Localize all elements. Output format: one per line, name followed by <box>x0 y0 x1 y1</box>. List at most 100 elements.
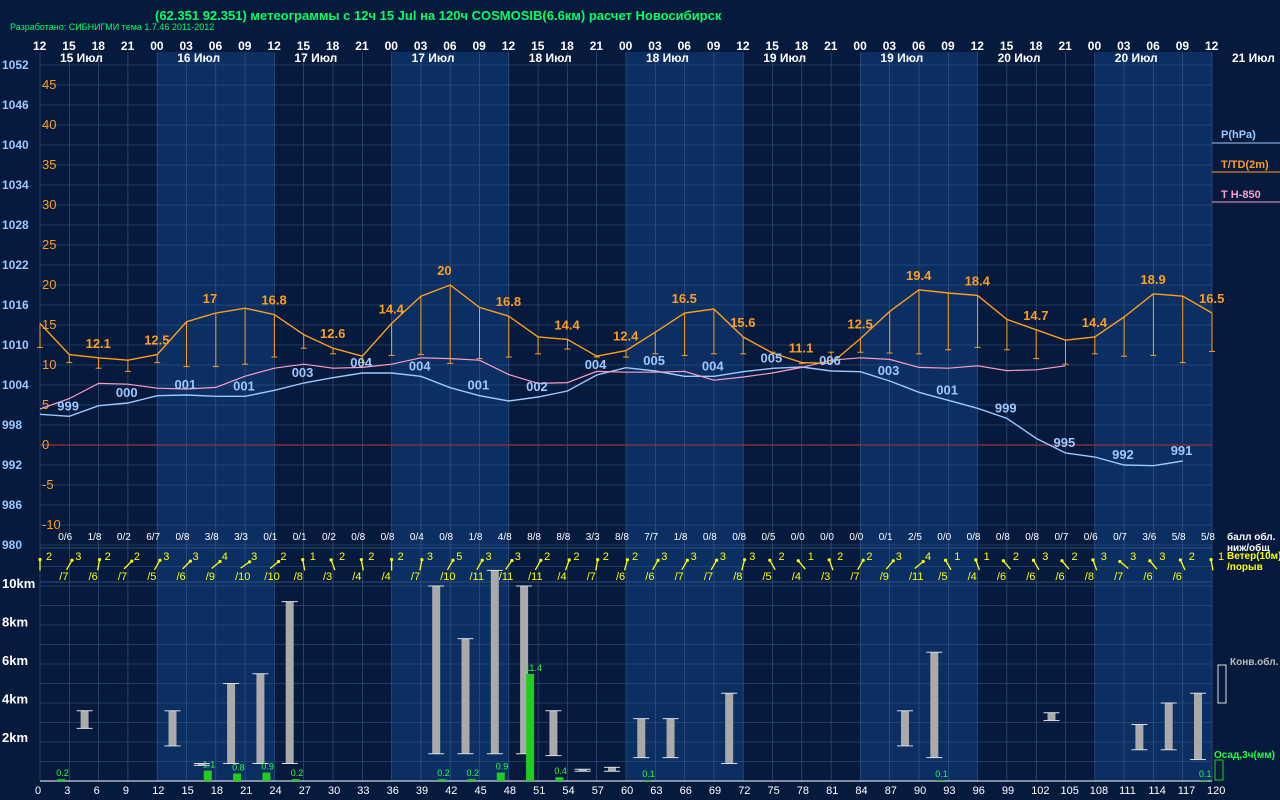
pressure-value-label: 992 <box>1112 447 1134 462</box>
hour-tick-label: 00 <box>853 39 867 53</box>
cloud-cover-label: 0/1 <box>293 532 307 543</box>
pressure-tick-label: 980 <box>2 538 22 552</box>
wind-gust-label: /7 <box>59 571 68 583</box>
wind-speed-label: 3 <box>193 551 199 563</box>
wind-speed-label: 3 <box>896 551 902 563</box>
precip-bar <box>262 772 271 781</box>
convective-cloud-bar <box>256 673 265 764</box>
wind-arrow-head <box>1001 559 1005 563</box>
temperature-value-label: 18.9 <box>1140 272 1165 287</box>
cloud-cover-label: 4/8 <box>498 532 512 543</box>
pressure-tick-label: 1040 <box>2 138 29 152</box>
pressure-value-label: 004 <box>350 355 372 370</box>
wind-speed-label: 2 <box>603 551 609 563</box>
date-label: 21 Июл <box>1232 51 1275 65</box>
temperature-tick-label: 35 <box>42 157 56 172</box>
temperature-tick-label: 0 <box>42 437 49 452</box>
wind-arrow-head <box>1031 558 1036 562</box>
convective-cloud-bar <box>930 652 939 758</box>
wind-gust-label: /11 <box>909 571 923 583</box>
height-tick-label: 10km <box>2 576 35 591</box>
convective-cloud-bar <box>1047 712 1056 721</box>
hour-tick-label: 21 <box>121 39 135 53</box>
temperature-tick-label: 45 <box>42 77 56 92</box>
cloud-cover-label: 0/6 <box>58 532 72 543</box>
cloud-cover-label: 0/0 <box>937 532 951 543</box>
lead-hour-label: 45 <box>475 785 487 797</box>
pressure-tick-label: 1052 <box>2 58 29 72</box>
hour-tick-label: 12 <box>267 39 281 53</box>
precip-value-label: 1.1 <box>203 760 216 770</box>
cloud-cover-label: 0/8 <box>967 532 981 543</box>
temperature-value-label: 11.1 <box>789 341 814 356</box>
wind-speed-label: 3 <box>163 551 169 563</box>
wind-gust-label: /6 <box>1173 571 1182 583</box>
wind-speed-label: 3 <box>1101 551 1107 563</box>
wind-speed-label: 3 <box>515 551 521 563</box>
lead-hour-label: 114 <box>1148 785 1166 797</box>
cloud-cover-label: 1/8 <box>88 532 102 543</box>
convective-cloud-bar <box>1194 693 1202 760</box>
cloud-cover-label: 1/8 <box>469 532 483 543</box>
cloud-cover-label: 3/6 <box>1142 532 1156 543</box>
wind-arrow-head <box>861 558 865 562</box>
temperature-value-label: 19.4 <box>906 268 932 283</box>
precip-bar <box>438 779 447 781</box>
lead-hour-label: 18 <box>211 785 223 797</box>
precip-bar <box>57 779 66 781</box>
lead-hour-label: 57 <box>592 785 604 797</box>
convective-cloud-bar <box>901 710 909 746</box>
wind-arrow-head <box>743 558 747 562</box>
wind-speed-label: 2 <box>1013 551 1019 563</box>
lead-hour-label: 15 <box>182 785 194 797</box>
wind-speed-label: 3 <box>251 551 257 563</box>
lead-hour-label: 66 <box>680 785 692 797</box>
wind-arrow-head <box>390 557 394 562</box>
wind-arrow-head <box>38 557 42 562</box>
wind-speed-label: 2 <box>134 551 140 563</box>
wind-speed-label: 3 <box>691 551 697 563</box>
date-label: 20 Июл <box>1115 51 1158 65</box>
temperature-value-label: 16.5 <box>672 291 697 306</box>
date-label: 15 Июл <box>60 51 103 65</box>
hour-tick-label: 09 <box>238 39 252 53</box>
convective-cloud-bar <box>285 601 294 764</box>
grid-lines <box>39 52 1213 782</box>
precip-bar <box>203 770 212 781</box>
precip-bar <box>467 779 476 781</box>
date-label: 17 Июл <box>412 51 455 65</box>
precip-bar <box>233 773 242 781</box>
wind-speed-label: 1 <box>310 551 316 563</box>
lead-hour-label: 36 <box>387 785 399 797</box>
lead-hour-label: 12 <box>152 785 164 797</box>
legend-precip: Осад,3ч(мм) <box>1214 750 1275 761</box>
wind-speed-label: 3 <box>720 551 726 563</box>
pressure-value-label: 003 <box>878 363 900 378</box>
pressure-value-label: 001 <box>175 377 197 392</box>
cloud-cover-label: 0/7 <box>1055 532 1069 543</box>
wind-speed-label: 2 <box>105 551 111 563</box>
precip-value-label: 0.2 <box>291 768 304 778</box>
legend-temperature: T/TD(2m) <box>1221 159 1269 171</box>
wind-speed-label: 2 <box>398 551 404 563</box>
lead-hour-label: 27 <box>299 785 311 797</box>
hour-tick-label: 12 <box>736 39 750 53</box>
cloud-cover-label: 0/0 <box>791 532 805 543</box>
lead-hour-label: 60 <box>621 785 633 797</box>
wind-gust-label: /6 <box>616 571 625 583</box>
wind-arrow-head <box>301 557 305 562</box>
cloud-cover-label: 0/0 <box>820 532 834 543</box>
wind-speed-label: 2 <box>573 551 579 563</box>
hour-tick-label: 00 <box>385 39 399 53</box>
wind-gust-label: /7 <box>850 571 859 583</box>
wind-gust-label: /3 <box>821 571 830 583</box>
wind-gust-label: /6 <box>177 571 186 583</box>
wind-gust-label: /10 <box>235 571 250 583</box>
wind-speed-label: 3 <box>75 551 81 563</box>
wind-arrow-head <box>943 558 948 562</box>
wind-speed-label: 3 <box>749 551 755 563</box>
precip-value-label: 0.1 <box>935 769 948 779</box>
convective-cloud-bar <box>432 586 441 754</box>
wind-speed-label: 2 <box>1189 551 1195 563</box>
precip-bar <box>643 780 652 781</box>
